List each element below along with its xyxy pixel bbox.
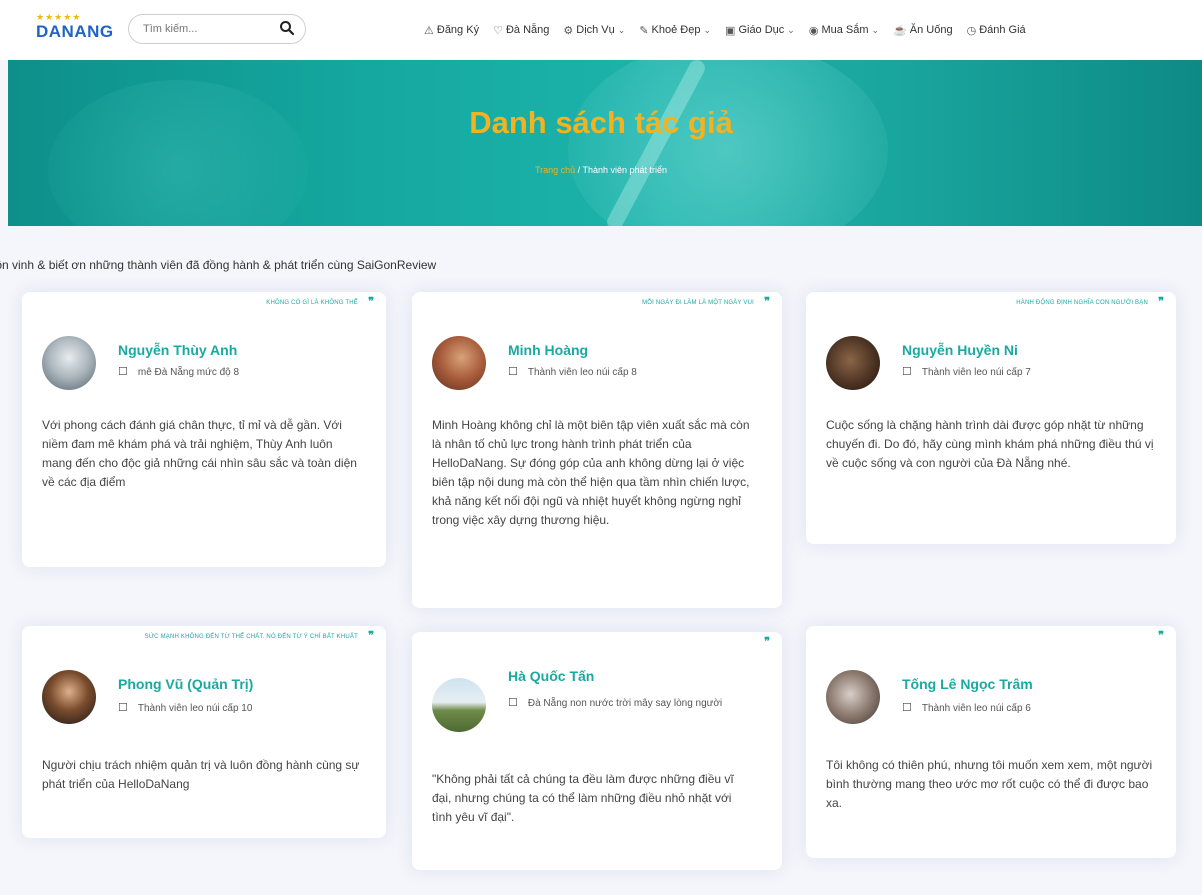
avatar[interactable] <box>826 670 880 724</box>
nav-item-da-nang[interactable]: ♡ Đà Nẵng <box>493 24 549 37</box>
author-bio: Tôi không có thiên phú, nhưng tôi muốn x… <box>826 758 1153 810</box>
nav-item-danh-gia[interactable]: ◷ Đánh Giá <box>967 24 1026 37</box>
logo-stars: ★★★★★ <box>36 12 82 22</box>
author-name[interactable]: Minh Hoàng <box>508 342 588 358</box>
nav-label: Đăng Ký <box>436 24 480 36</box>
bookmark-icon: ☐ <box>508 366 518 378</box>
education-icon: ▣ <box>725 24 736 37</box>
quote-icon: ❞ <box>764 296 770 308</box>
food-icon: ☕ <box>893 24 907 37</box>
review-icon: ◷ <box>966 24 977 37</box>
site-header: ★★★★★ DANANG ⚠ Đăng Ký ♡ Đà Nẵng ⚙ Dịch … <box>0 0 1202 60</box>
logo-text: DANANG <box>36 22 114 41</box>
author-level-text: Thành viên leo núi cấp 7 <box>921 367 1031 378</box>
author-card[interactable]: ❞ Tống Lê Ngọc Trâm ☐ Thành viên leo núi … <box>806 626 1176 858</box>
nav-label: Đánh Giá <box>979 24 1026 36</box>
nav-label: Dịch Vụ <box>576 24 615 36</box>
shopping-icon: ◉ <box>808 24 819 37</box>
avatar[interactable] <box>42 670 96 724</box>
quote-icon: ❞ <box>1158 296 1164 308</box>
author-level-text: mê Đà Nẵng mức độ 8 <box>137 367 240 378</box>
quote-icon: ❞ <box>368 296 374 308</box>
avatar[interactable] <box>432 678 486 732</box>
author-level: ☐ Thành viên leo núi cấp 8 <box>508 365 637 378</box>
author-quote: Mỗi ngày đi làm là một ngày vui <box>642 300 754 306</box>
avatar[interactable] <box>42 336 96 390</box>
author-level-text: Thành viên leo núi cấp 8 <box>527 367 637 378</box>
search-icon[interactable] <box>279 20 295 36</box>
service-icon: ⚙ <box>563 24 574 37</box>
avatar[interactable] <box>432 336 486 390</box>
author-card[interactable]: Hành động định nghĩa con người bạn ❞ Ngu… <box>806 292 1176 544</box>
nav-label: Ăn Uống <box>909 24 953 36</box>
page-banner: Danh sách tác giả Trang chủ / Thành viên… <box>8 60 1202 226</box>
author-level-text: Đà Nẵng non nước trời mây say lòng người <box>527 698 723 709</box>
nav-item-dich-vu[interactable]: ⚙ Dịch Vụ ⌄ <box>563 24 625 37</box>
breadcrumb-current: Thành viên phát triển <box>582 165 668 175</box>
author-name[interactable]: Phong Vũ (Quản Trị) <box>118 676 253 692</box>
author-bio: Với phong cách đánh giá chân thực, tỉ mỉ… <box>42 418 357 489</box>
page-title: Danh sách tác giả <box>469 105 733 140</box>
nav-label: Mua Sắm <box>821 24 869 36</box>
nav-item-giao-duc[interactable]: ▣ Giáo Dục ⌄ <box>725 24 795 37</box>
chevron-down-icon: ⌄ <box>787 24 795 35</box>
breadcrumb-home-link[interactable]: Trang chủ <box>535 165 575 175</box>
chevron-down-icon: ⌄ <box>703 24 712 35</box>
author-bio: Cuộc sống là chặng hành trình dài được g… <box>826 418 1154 470</box>
author-quote: Hành động định nghĩa con người bạn <box>1016 300 1148 306</box>
author-card[interactable]: Không có gì là không thể ❞ Nguyễn Thùy A… <box>22 292 386 567</box>
author-name[interactable]: Nguyễn Huyền Ni <box>902 342 1018 358</box>
nav-label: Giáo Dục <box>738 24 785 36</box>
bookmark-icon: ☐ <box>508 697 518 709</box>
author-card[interactable]: ❞ Hà Quốc Tấn ☐ Đà Nẵng non nước trời mây… <box>412 632 782 870</box>
site-logo[interactable]: ★★★★★ DANANG <box>36 12 116 46</box>
nav-label: Đà Nẵng <box>505 24 550 36</box>
author-name[interactable]: Nguyễn Thùy Anh <box>118 342 237 358</box>
user-plus-icon: ⚠ <box>424 24 434 37</box>
author-level: ☐ mê Đà Nẵng mức độ 8 <box>118 365 239 378</box>
author-name[interactable]: Tống Lê Ngọc Trâm <box>902 676 1033 692</box>
author-quote: Sức mạnh không đến từ thể chất. Nó đến t… <box>144 634 358 640</box>
author-level-text: Thành viên leo núi cấp 10 <box>137 703 253 714</box>
author-card[interactable]: Mỗi ngày đi làm là một ngày vui ❞ Minh H… <box>412 292 782 608</box>
author-level: ☐ Thành viên leo núi cấp 6 <box>902 701 1031 714</box>
author-bio: "Không phải tất cả chúng ta đều làm được… <box>432 772 734 824</box>
banner-decoration <box>48 80 308 226</box>
intro-text: Tôn vinh & biết ơn những thành viên đã đ… <box>0 258 437 272</box>
main-nav: ⚠ Đăng Ký ♡ Đà Nẵng ⚙ Dịch Vụ ⌄ ✎ Khoẻ Đ… <box>424 20 1026 40</box>
author-quote: Không có gì là không thể <box>266 300 358 306</box>
nav-item-an-uong[interactable]: ☕ Ăn Uống <box>893 24 953 37</box>
beauty-icon: ✎ <box>639 24 649 37</box>
nav-item-dang-ky[interactable]: ⚠ Đăng Ký <box>424 24 479 37</box>
nav-item-khoe-dep[interactable]: ✎ Khoẻ Đẹp ⌄ <box>639 24 711 37</box>
author-card[interactable]: Sức mạnh không đến từ thể chất. Nó đến t… <box>22 626 386 838</box>
search-box <box>128 14 306 44</box>
bookmark-icon: ☐ <box>118 366 128 378</box>
author-level: ☐ Đà Nẵng non nước trời mây say lòng ngườ… <box>508 694 758 713</box>
chevron-down-icon: ⌄ <box>871 24 880 35</box>
author-bio: Người chịu trách nhiệm quản trị và luôn … <box>42 758 360 791</box>
author-level: ☐ Thành viên leo núi cấp 7 <box>902 365 1031 378</box>
bookmark-icon: ☐ <box>902 702 912 714</box>
nav-label: Khoẻ Đẹp <box>651 24 701 36</box>
author-level-text: Thành viên leo núi cấp 6 <box>921 703 1031 714</box>
author-level: ☐ Thành viên leo núi cấp 10 <box>118 701 252 714</box>
bookmark-icon: ☐ <box>902 366 912 378</box>
author-name[interactable]: Hà Quốc Tấn <box>508 668 594 684</box>
chevron-down-icon: ⌄ <box>617 24 626 35</box>
bookmark-icon: ☐ <box>118 702 128 714</box>
avatar[interactable] <box>826 336 880 390</box>
nav-item-mua-sam[interactable]: ◉ Mua Sắm ⌄ <box>809 24 879 37</box>
quote-icon: ❞ <box>1158 630 1164 642</box>
author-bio: Minh Hoàng không chỉ là một biên tập viê… <box>432 418 750 527</box>
quote-icon: ❞ <box>764 636 770 648</box>
quote-icon: ❞ <box>368 630 374 642</box>
search-input[interactable] <box>141 20 275 38</box>
heart-icon: ♡ <box>493 24 503 37</box>
breadcrumb: Trang chủ / Thành viên phát triển <box>8 165 1194 175</box>
